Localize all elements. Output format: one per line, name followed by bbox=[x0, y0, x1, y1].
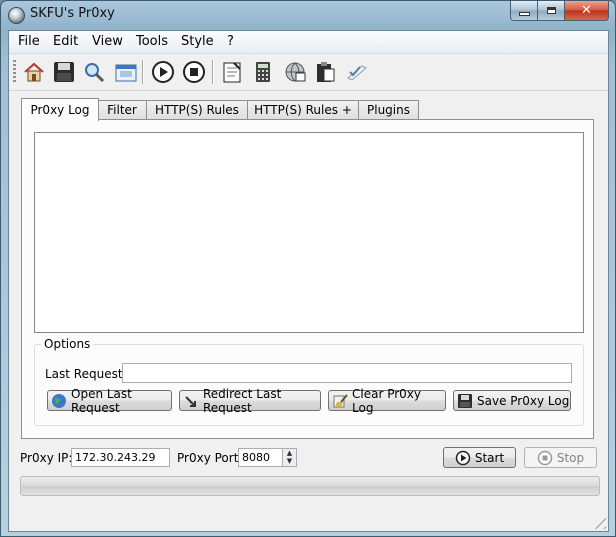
app-icon[interactable] bbox=[8, 7, 25, 24]
minimize-icon bbox=[518, 11, 530, 16]
app-window: SKFU's Pr0xy ✕ File Edit View Tools Styl… bbox=[0, 0, 616, 537]
spin-down-icon[interactable]: ▼ bbox=[283, 457, 296, 465]
broom-icon bbox=[332, 393, 348, 409]
close-button[interactable]: ✕ bbox=[565, 1, 609, 21]
close-icon: ✕ bbox=[581, 3, 592, 18]
toolbar bbox=[9, 54, 608, 91]
find-button[interactable] bbox=[81, 59, 107, 85]
options-legend: Options bbox=[41, 337, 94, 351]
clipboard-button[interactable] bbox=[312, 59, 338, 85]
globe-icon bbox=[51, 393, 67, 409]
checklist-icon bbox=[347, 65, 367, 81]
save-toolbar-button[interactable] bbox=[51, 59, 77, 85]
maximize-icon bbox=[546, 7, 556, 14]
menu-style[interactable]: Style bbox=[181, 34, 214, 49]
proxy-port-label: Pr0xy Port: bbox=[177, 451, 243, 465]
last-request-label: Last Request: bbox=[45, 367, 127, 381]
stop-label: Stop bbox=[556, 450, 585, 465]
notepad-button[interactable] bbox=[219, 59, 245, 85]
menu-file[interactable]: File bbox=[18, 34, 40, 49]
proxy-log-panel: Options Last Request: Open Last Request … bbox=[21, 119, 594, 439]
proxy-ip-input[interactable]: 172.30.243.29 bbox=[71, 448, 170, 467]
stop-button[interactable]: Stop bbox=[524, 447, 597, 468]
clear-proxy-log-button[interactable]: Clear Pr0xy Log bbox=[328, 387, 446, 415]
title-bar[interactable]: SKFU's Pr0xy ✕ bbox=[1, 1, 615, 29]
tab-filter[interactable]: Filter bbox=[97, 100, 147, 119]
floppy-disk-icon bbox=[457, 393, 473, 409]
home-icon bbox=[24, 62, 44, 82]
tab-plugins[interactable]: Plugins bbox=[358, 100, 419, 119]
window-title: SKFU's Pr0xy bbox=[30, 6, 115, 21]
proxy-port-input[interactable]: 8080 bbox=[238, 448, 282, 467]
status-bar bbox=[9, 513, 608, 531]
menu-bar: File Edit View Tools Style ? bbox=[9, 31, 608, 54]
stop-icon bbox=[183, 61, 205, 83]
toolbar-separator bbox=[212, 60, 214, 84]
progress-bar bbox=[20, 476, 600, 496]
start-label: Start bbox=[474, 450, 505, 465]
tab-proxy-log[interactable]: Pr0xy Log bbox=[21, 98, 99, 121]
client-area: File Edit View Tools Style ? Pr0xy Log F… bbox=[8, 30, 609, 532]
clipboard-icon bbox=[317, 62, 335, 82]
tab-https-rules[interactable]: HTTP(S) Rules bbox=[146, 100, 248, 119]
play-circle-icon bbox=[455, 450, 471, 466]
clear-proxy-log-label: Clear Pr0xy Log bbox=[352, 386, 421, 415]
last-request-input[interactable] bbox=[122, 363, 572, 383]
stop-toolbar-button[interactable] bbox=[181, 59, 207, 85]
spin-up-icon[interactable]: ▲ bbox=[283, 449, 296, 457]
resize-grip-icon[interactable] bbox=[594, 517, 606, 529]
start-button[interactable]: Start bbox=[443, 447, 516, 468]
window-button[interactable] bbox=[113, 59, 139, 85]
maximize-button[interactable] bbox=[538, 1, 565, 21]
menu-tools[interactable]: Tools bbox=[136, 34, 168, 49]
checklist-button[interactable] bbox=[343, 59, 369, 85]
save-icon bbox=[54, 62, 74, 82]
toolbar-separator bbox=[142, 60, 144, 84]
redirect-arrow-icon bbox=[183, 393, 199, 409]
network-button[interactable] bbox=[282, 59, 308, 85]
minimize-button[interactable] bbox=[510, 1, 538, 21]
save-proxy-log-button[interactable]: Save Pr0xy Log bbox=[453, 390, 571, 411]
tab-https-rules-plus[interactable]: HTTP(S) Rules + bbox=[247, 100, 359, 119]
toolbar-grip[interactable] bbox=[13, 60, 16, 84]
redirect-last-request-label: Redirect Last Request bbox=[203, 386, 282, 415]
stop-circle-icon bbox=[537, 450, 553, 466]
open-last-request-button[interactable]: Open Last Request bbox=[47, 387, 172, 415]
globe-network-icon bbox=[285, 62, 306, 82]
find-icon bbox=[85, 63, 105, 83]
play-icon bbox=[152, 61, 174, 83]
redirect-last-request-button[interactable]: Redirect Last Request bbox=[179, 387, 321, 415]
open-last-request-label: Open Last Request bbox=[71, 386, 132, 415]
proxy-port-spinner[interactable]: ▲ ▼ bbox=[282, 448, 297, 467]
play-button[interactable] bbox=[150, 59, 176, 85]
menu-edit[interactable]: Edit bbox=[53, 34, 78, 49]
calculator-button[interactable] bbox=[250, 59, 276, 85]
menu-view[interactable]: View bbox=[92, 34, 123, 49]
notepad-icon bbox=[223, 62, 241, 83]
proxy-log-list[interactable] bbox=[34, 132, 584, 333]
menu-help[interactable]: ? bbox=[227, 34, 234, 49]
save-proxy-log-label: Save Pr0xy Log bbox=[477, 393, 570, 408]
options-group: Options Last Request: Open Last Request … bbox=[34, 337, 584, 426]
proxy-ip-label: Pr0xy IP: bbox=[20, 451, 73, 465]
home-button[interactable] bbox=[21, 59, 47, 85]
calculator-icon bbox=[256, 62, 270, 82]
window-icon bbox=[115, 64, 137, 82]
